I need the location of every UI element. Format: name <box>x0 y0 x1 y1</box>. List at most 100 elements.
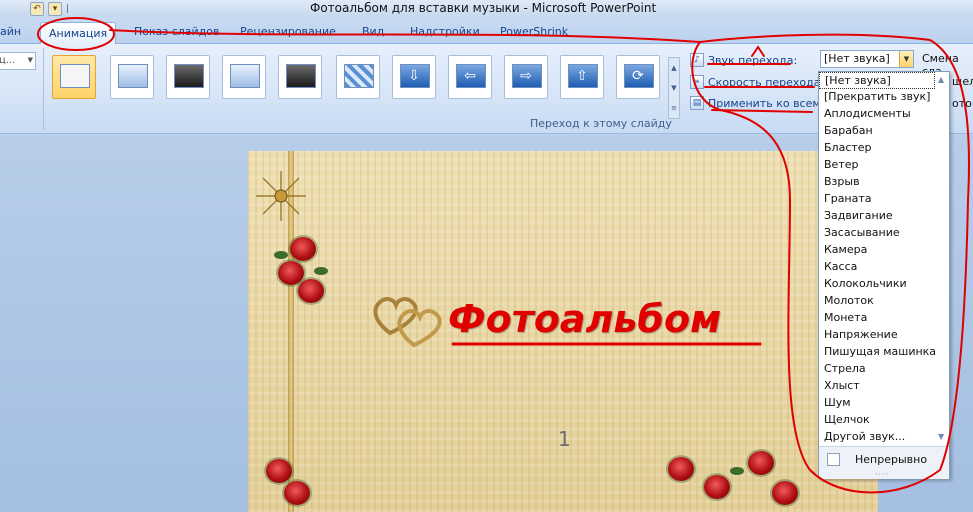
sound-option[interactable]: Взрыв <box>819 174 935 191</box>
transition-wipe-down[interactable]: ⇩ <box>392 55 436 99</box>
rose-icon <box>290 237 316 261</box>
sound-option[interactable]: Колокольчики <box>819 276 935 293</box>
tab-review[interactable]: Рецензирование <box>240 25 336 38</box>
transition-none[interactable] <box>52 55 96 99</box>
arrow-down-icon: ⇩ <box>408 68 420 84</box>
transition-preview-icon <box>230 64 260 88</box>
animate-combo[interactable]: ц... ▼ <box>0 52 36 70</box>
sound-dropdown-list[interactable]: [Нет звука] [Прекратить звук] Аплодисмен… <box>818 71 950 479</box>
sound-option[interactable]: Молоток <box>819 293 935 310</box>
rose-icon <box>284 481 310 505</box>
leaf-icon <box>314 267 328 275</box>
tab-design[interactable]: айн <box>0 25 21 38</box>
loop-label: Непрерывно <box>855 453 928 466</box>
rose-icon <box>704 475 730 499</box>
chevron-down-icon: ▼ <box>27 56 33 64</box>
qat-separator: | <box>66 4 70 14</box>
sound-option[interactable]: Хлыст <box>819 378 935 395</box>
rose-icon <box>668 457 694 481</box>
sound-option[interactable]: Бластер <box>819 140 935 157</box>
sound-option[interactable]: Граната <box>819 191 935 208</box>
sound-option[interactable]: Шум <box>819 395 935 412</box>
rose-icon <box>266 459 292 483</box>
sound-option[interactable]: Пишущая машинка <box>819 344 935 361</box>
slide-number-placeholder[interactable]: 1 <box>558 427 571 451</box>
sound-option[interactable]: Стрела <box>819 361 935 378</box>
sound-option[interactable]: [Нет звука] <box>819 72 935 89</box>
transition-preview-icon <box>174 64 204 88</box>
speed-icon: » <box>690 75 704 89</box>
transition-wipe-up[interactable]: ⇧ <box>560 55 604 99</box>
undo-icon[interactable]: ↶ <box>30 2 44 16</box>
on-click-label: щелчку <box>952 75 973 88</box>
auto-label: ото <box>952 97 972 110</box>
sound-label: Звук перехода: <box>708 53 798 67</box>
sound-option[interactable]: Напряжение <box>819 327 935 344</box>
sound-option[interactable]: Другой звук... <box>819 429 935 446</box>
transition-cut[interactable] <box>222 55 266 99</box>
quick-access-toolbar: ↶ ▾ | <box>30 2 69 16</box>
wheel-icon: ⟳ <box>632 68 644 84</box>
speed-label: Скорость перехода: <box>708 75 825 89</box>
rose-icon <box>748 451 774 475</box>
window-title: Фотоальбом для вставки музыки - Microsof… <box>310 1 657 15</box>
sound-row: ♪ Звук перехода: <box>690 53 797 67</box>
leaf-icon <box>730 467 744 475</box>
transition-fade[interactable] <box>110 55 154 99</box>
tab-slideshow[interactable]: Показ слайдов <box>134 25 220 38</box>
transition-preview-icon <box>286 64 316 88</box>
tab-animation[interactable]: Анимация <box>40 22 117 45</box>
transition-wipe-left[interactable]: ⇦ <box>448 55 492 99</box>
scroll-down-icon[interactable]: ▼ <box>938 432 944 441</box>
scroll-up-icon[interactable]: ▲ <box>938 75 944 84</box>
arrow-left-icon: ⇦ <box>464 68 476 84</box>
chevron-down-icon[interactable]: ▼ <box>899 51 913 67</box>
sound-option[interactable]: Аплодисменты <box>819 106 935 123</box>
transition-cut-black[interactable] <box>278 55 322 99</box>
transition-dissolve[interactable] <box>336 55 380 99</box>
transition-preview-icon <box>344 64 374 88</box>
tab-view[interactable]: Вид <box>362 25 384 38</box>
loop-option[interactable]: Непрерывно ···· <box>819 446 949 479</box>
tab-addins[interactable]: Надстройки <box>410 25 480 38</box>
arrow-right-icon: ⇨ <box>520 68 532 84</box>
tab-powershrink[interactable]: PowerShrink <box>500 25 568 38</box>
gallery-scroll[interactable]: ▲ ▼ ≡ <box>668 57 680 119</box>
speed-row: » Скорость перехода: <box>690 75 824 89</box>
apply-all-button[interactable]: ▤ Применить ко всем <box>690 96 821 110</box>
rose-icon <box>278 261 304 285</box>
sound-option[interactable]: [Прекратить звук] <box>819 89 935 106</box>
sound-combo-value: [Нет звука] <box>824 52 890 65</box>
transition-wipe-right[interactable]: ⇨ <box>504 55 548 99</box>
sun-ornament-icon <box>256 171 306 221</box>
sound-option[interactable]: Камера <box>819 242 935 259</box>
customize-qat-icon[interactable]: ▾ <box>48 2 62 16</box>
transition-preview-icon <box>60 64 90 88</box>
sound-option[interactable]: Барабан <box>819 123 935 140</box>
resize-grip-icon[interactable]: ···· <box>875 470 889 479</box>
sound-combo[interactable]: [Нет звука] ▼ <box>820 50 914 68</box>
slide-title[interactable]: Фотоальбом <box>448 297 721 341</box>
sound-option[interactable]: Ветер <box>819 157 935 174</box>
arrow-up-icon: ⇧ <box>576 68 588 84</box>
sound-option[interactable]: Задвигание <box>819 208 935 225</box>
ribbon-tabs: айн Анимация Показ слайдов Рецензировани… <box>0 18 973 45</box>
sound-option[interactable]: Засасывание <box>819 225 935 242</box>
dropdown-scrollbar[interactable]: ▲ ▼ <box>936 72 949 444</box>
apply-all-label: Применить ко всем <box>708 96 821 110</box>
sound-option[interactable]: Щелчок <box>819 412 935 429</box>
transition-group-label: Переход к этому слайду <box>530 117 672 130</box>
sound-option[interactable]: Касса <box>819 259 935 276</box>
hearts-icon <box>373 297 442 348</box>
rose-icon <box>772 481 798 505</box>
sound-option[interactable]: Монета <box>819 310 935 327</box>
slide-canvas[interactable]: Фотоальбом 1 <box>248 151 878 512</box>
transition-fade-black[interactable] <box>166 55 210 99</box>
sound-icon: ♪ <box>690 53 704 67</box>
transition-wheel[interactable]: ⟳ <box>616 55 660 99</box>
loop-checkbox[interactable] <box>827 453 840 466</box>
title-bar: ↶ ▾ | Фотоальбом для вставки музыки - Mi… <box>0 0 973 18</box>
rose-icon <box>298 279 324 303</box>
group-divider <box>43 48 44 130</box>
transition-preview-icon <box>118 64 148 88</box>
